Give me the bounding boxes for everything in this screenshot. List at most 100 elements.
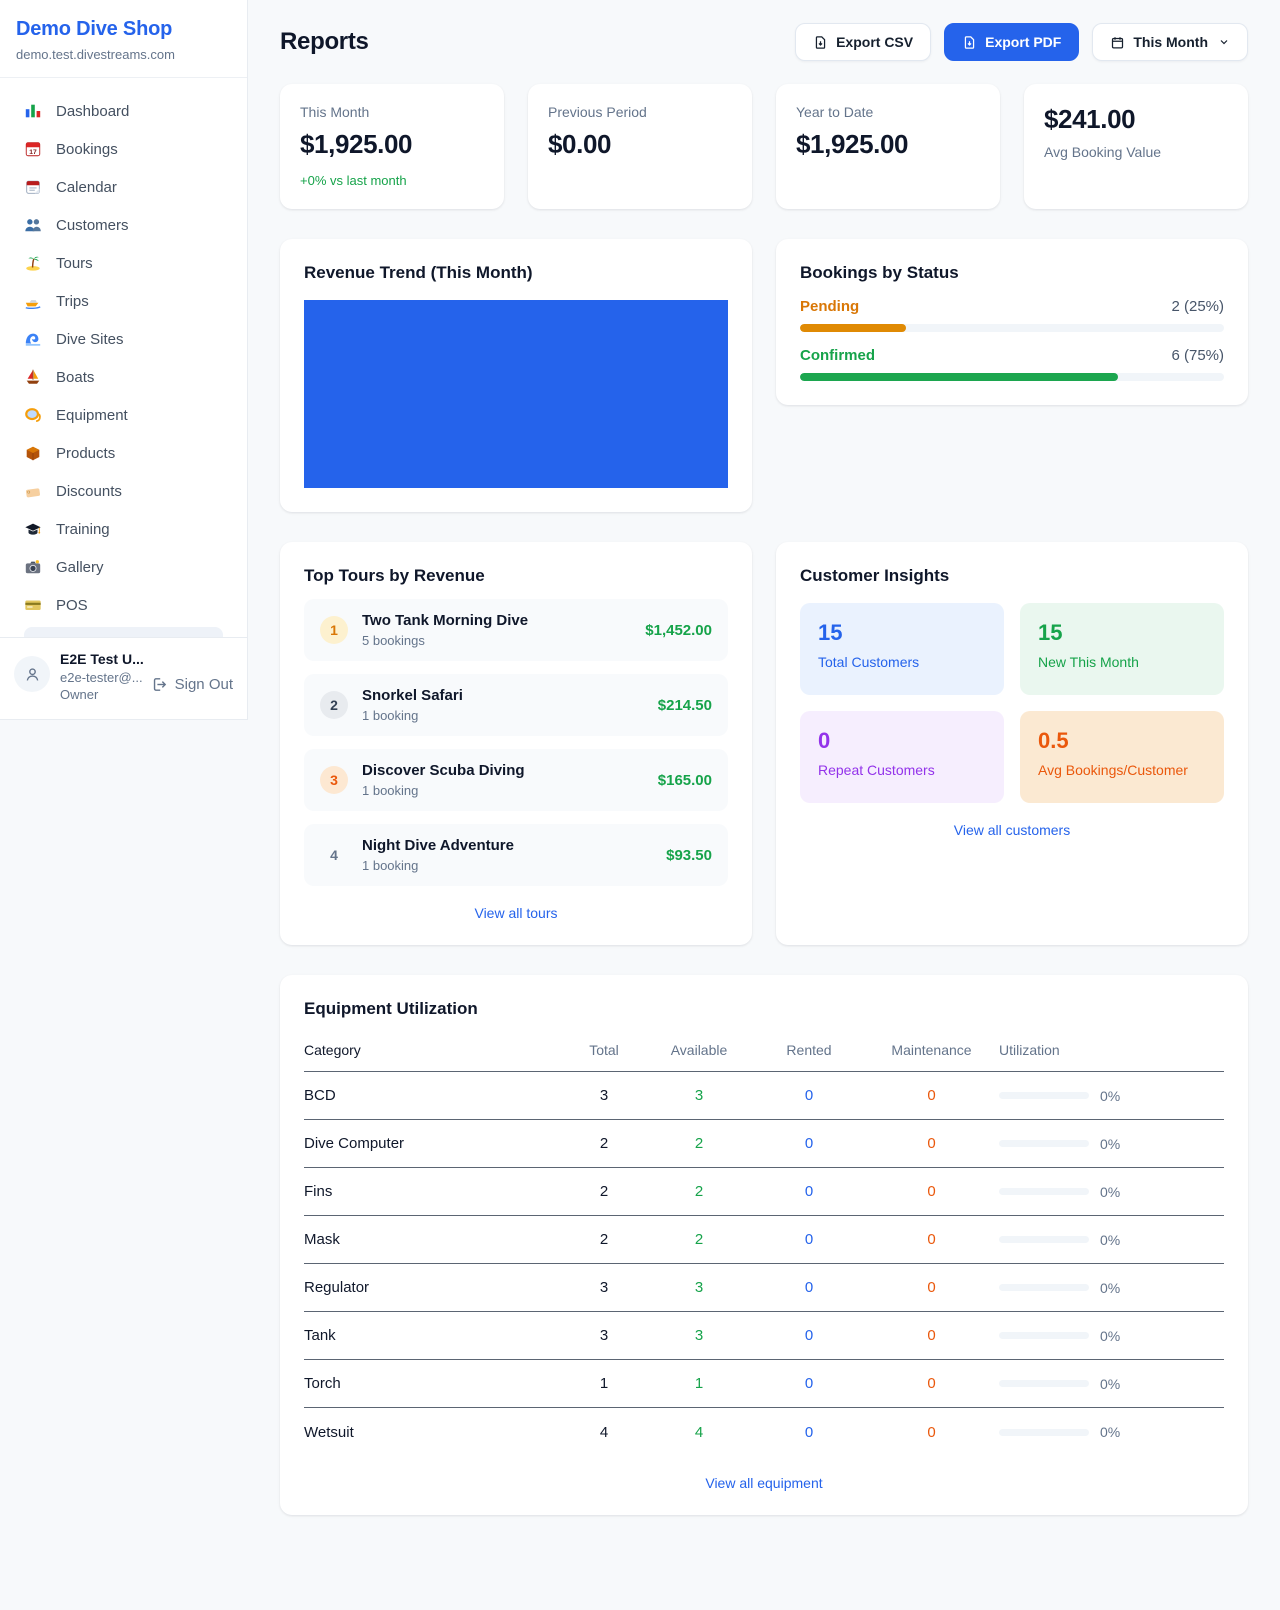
user-role: Owner (60, 687, 141, 702)
sidebar-item-products[interactable]: Products (12, 434, 235, 472)
tile-new-this-month: 15 New This Month (1020, 603, 1224, 695)
utilization-bar (999, 1140, 1089, 1147)
island-icon (22, 253, 44, 273)
sidebar-item-label: Bookings (56, 141, 118, 158)
person-icon (23, 665, 42, 684)
tile-label: Avg Bookings/Customer (1038, 762, 1206, 778)
table-row: Tank 3 3 0 0 0% (304, 1312, 1224, 1360)
sidebar-item-pos[interactable]: POS (12, 586, 235, 624)
customer-insights-title: Customer Insights (800, 566, 1224, 586)
table-row: Torch 1 1 0 0 0% (304, 1360, 1224, 1408)
view-all-equipment-link[interactable]: View all equipment (304, 1475, 1224, 1491)
sidebar-item-dive-sites[interactable]: Dive Sites (12, 320, 235, 358)
credit-card-icon (22, 595, 44, 615)
equipment-table: Category Total Available Rented Maintena… (304, 1032, 1224, 1456)
sidebar-item-dashboard[interactable]: Dashboard (12, 92, 235, 130)
speedboat-icon (22, 291, 44, 311)
sidebar-item-label: Customers (56, 217, 129, 234)
revenue-trend-card: Revenue Trend (This Month) (280, 239, 752, 512)
utilization-label: 0% (1100, 1136, 1120, 1152)
equipment-rented: 0 (754, 1231, 864, 1248)
sidebar-item-tours[interactable]: Tours (12, 244, 235, 282)
sidebar-item-calendar[interactable]: Calendar (12, 168, 235, 206)
user-info: E2E Test U... e2e-tester@... Owner (60, 651, 141, 702)
utilization-label: 0% (1100, 1328, 1120, 1344)
equipment-maintenance: 0 (864, 1327, 999, 1344)
equipment-category: Mask (304, 1231, 564, 1248)
status-count: 6 (75%) (1171, 347, 1224, 364)
export-csv-button[interactable]: Export CSV (795, 23, 931, 61)
equipment-rented: 0 (754, 1135, 864, 1152)
sidebar-item-discounts[interactable]: Discounts (12, 472, 235, 510)
sidebar-item-label: Dashboard (56, 103, 129, 120)
equipment-total: 3 (564, 1327, 644, 1344)
tour-name: Night Dive Adventure (362, 837, 514, 854)
equipment-available: 2 (644, 1231, 754, 1248)
sidebar-item-boats[interactable]: Boats (12, 358, 235, 396)
stat-card-avg-booking-value: $241.00 Avg Booking Value (1024, 84, 1248, 209)
sidebar-item-customers[interactable]: Customers (12, 206, 235, 244)
equipment-category: Regulator (304, 1279, 564, 1296)
page-title: Reports (280, 28, 369, 56)
sidebar-item-label: Equipment (56, 407, 128, 424)
equipment-rented: 0 (754, 1424, 864, 1441)
status-row-pending: Pending 2 (25%) (800, 298, 1224, 332)
tour-bookings: 1 booking (362, 708, 463, 723)
equipment-maintenance: 0 (864, 1231, 999, 1248)
tour-name: Two Tank Morning Dive (362, 612, 528, 629)
utilization-bar (999, 1380, 1089, 1387)
revenue-trend-chart (304, 300, 728, 488)
tour-amount: $1,452.00 (645, 622, 712, 639)
equipment-maintenance: 0 (864, 1424, 999, 1441)
table-row: BCD 3 3 0 0 0% (304, 1072, 1224, 1120)
view-all-tours-link[interactable]: View all tours (304, 905, 728, 921)
stat-value: $1,925.00 (300, 129, 484, 160)
column-header-total: Total (564, 1042, 644, 1058)
sidebar-item-label: Dive Sites (56, 331, 124, 348)
utilization-bar (999, 1092, 1089, 1099)
top-tours-title: Top Tours by Revenue (304, 566, 728, 586)
view-all-customers-link[interactable]: View all customers (800, 822, 1224, 838)
equipment-category: Torch (304, 1375, 564, 1392)
stat-delta: +0% vs last month (300, 173, 484, 188)
calendar-icon (1110, 35, 1125, 50)
sidebar-item-equipment[interactable]: Equipment (12, 396, 235, 434)
stats-row: This Month $1,925.00 +0% vs last month P… (280, 84, 1248, 209)
sidebar-item-training[interactable]: Training (12, 510, 235, 548)
chevron-down-icon (1218, 36, 1230, 48)
sidebar-item-gallery[interactable]: Gallery (12, 548, 235, 586)
equipment-maintenance: 0 (864, 1183, 999, 1200)
active-nav-sliver (24, 627, 223, 637)
stat-card-previous-period: Previous Period $0.00 (528, 84, 752, 209)
table-row: Mask 2 2 0 0 0% (304, 1216, 1224, 1264)
equipment-total: 2 (564, 1135, 644, 1152)
stat-label: Year to Date (796, 104, 980, 120)
sidebar-item-label: Calendar (56, 179, 117, 196)
tear-calendar-icon (22, 177, 44, 197)
sign-out-button[interactable]: Sign Out (151, 667, 233, 702)
sidebar-item-trips[interactable]: Trips (12, 282, 235, 320)
file-download-icon (962, 35, 977, 50)
row-trend-status: Revenue Trend (This Month) Bookings by S… (280, 239, 1248, 512)
brand-name[interactable]: Demo Dive Shop (16, 18, 231, 41)
equipment-maintenance: 0 (864, 1375, 999, 1392)
equipment-category: BCD (304, 1087, 564, 1104)
top-tours-card: Top Tours by Revenue 1 Two Tank Morning … (280, 542, 752, 945)
export-pdf-button[interactable]: Export PDF (944, 23, 1079, 61)
stat-value: $241.00 (1044, 104, 1228, 135)
user-email: e2e-tester@... (60, 670, 141, 685)
dive-mask-icon (22, 405, 44, 425)
progress-fill (800, 373, 1118, 381)
equipment-total: 1 (564, 1375, 644, 1392)
equipment-rented: 0 (754, 1327, 864, 1344)
utilization-label: 0% (1100, 1424, 1120, 1440)
sidebar-item-bookings[interactable]: 17 Bookings (12, 130, 235, 168)
equipment-rented: 0 (754, 1375, 864, 1392)
sign-out-icon (151, 676, 168, 693)
status-label: Confirmed (800, 347, 875, 364)
tile-label: New This Month (1038, 654, 1206, 670)
period-dropdown[interactable]: This Month (1092, 23, 1248, 61)
sidebar-item-label: POS (56, 597, 88, 614)
equipment-available: 1 (644, 1375, 754, 1392)
bar-chart-icon (22, 101, 44, 121)
